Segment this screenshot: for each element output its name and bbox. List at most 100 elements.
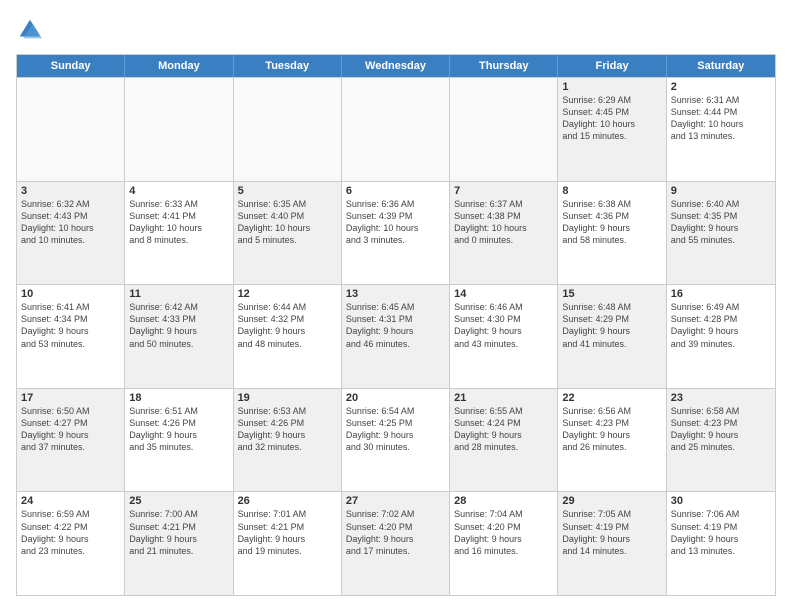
header-day: Monday <box>125 55 233 77</box>
day-number: 12 <box>238 288 337 300</box>
header <box>16 16 776 44</box>
day-number: 28 <box>454 495 553 507</box>
calendar-cell: 5Sunrise: 6:35 AM Sunset: 4:40 PM Daylig… <box>234 182 342 285</box>
calendar-cell: 23Sunrise: 6:58 AM Sunset: 4:23 PM Dayli… <box>667 389 775 492</box>
cell-info: Sunrise: 6:42 AM Sunset: 4:33 PM Dayligh… <box>129 301 228 350</box>
cell-info: Sunrise: 6:48 AM Sunset: 4:29 PM Dayligh… <box>562 301 661 350</box>
header-day: Tuesday <box>234 55 342 77</box>
logo <box>16 16 48 44</box>
cell-info: Sunrise: 6:37 AM Sunset: 4:38 PM Dayligh… <box>454 198 553 247</box>
cell-info: Sunrise: 6:51 AM Sunset: 4:26 PM Dayligh… <box>129 405 228 454</box>
header-day: Sunday <box>17 55 125 77</box>
day-number: 26 <box>238 495 337 507</box>
calendar-cell: 18Sunrise: 6:51 AM Sunset: 4:26 PM Dayli… <box>125 389 233 492</box>
calendar-cell: 12Sunrise: 6:44 AM Sunset: 4:32 PM Dayli… <box>234 285 342 388</box>
calendar-cell <box>125 78 233 181</box>
calendar-cell: 26Sunrise: 7:01 AM Sunset: 4:21 PM Dayli… <box>234 492 342 595</box>
cell-info: Sunrise: 7:00 AM Sunset: 4:21 PM Dayligh… <box>129 508 228 557</box>
day-number: 27 <box>346 495 445 507</box>
calendar-cell: 30Sunrise: 7:06 AM Sunset: 4:19 PM Dayli… <box>667 492 775 595</box>
calendar-cell: 2Sunrise: 6:31 AM Sunset: 4:44 PM Daylig… <box>667 78 775 181</box>
day-number: 10 <box>21 288 120 300</box>
header-day: Friday <box>558 55 666 77</box>
calendar-cell: 4Sunrise: 6:33 AM Sunset: 4:41 PM Daylig… <box>125 182 233 285</box>
calendar-cell: 24Sunrise: 6:59 AM Sunset: 4:22 PM Dayli… <box>17 492 125 595</box>
calendar-header: SundayMondayTuesdayWednesdayThursdayFrid… <box>17 55 775 77</box>
calendar-cell: 27Sunrise: 7:02 AM Sunset: 4:20 PM Dayli… <box>342 492 450 595</box>
calendar-cell: 14Sunrise: 6:46 AM Sunset: 4:30 PM Dayli… <box>450 285 558 388</box>
calendar-body: 1Sunrise: 6:29 AM Sunset: 4:45 PM Daylig… <box>17 77 775 595</box>
day-number: 2 <box>671 81 771 93</box>
cell-info: Sunrise: 6:45 AM Sunset: 4:31 PM Dayligh… <box>346 301 445 350</box>
cell-info: Sunrise: 6:35 AM Sunset: 4:40 PM Dayligh… <box>238 198 337 247</box>
day-number: 19 <box>238 392 337 404</box>
cell-info: Sunrise: 6:53 AM Sunset: 4:26 PM Dayligh… <box>238 405 337 454</box>
day-number: 20 <box>346 392 445 404</box>
calendar-row: 24Sunrise: 6:59 AM Sunset: 4:22 PM Dayli… <box>17 491 775 595</box>
calendar-cell: 11Sunrise: 6:42 AM Sunset: 4:33 PM Dayli… <box>125 285 233 388</box>
calendar-cell: 13Sunrise: 6:45 AM Sunset: 4:31 PM Dayli… <box>342 285 450 388</box>
calendar: SundayMondayTuesdayWednesdayThursdayFrid… <box>16 54 776 596</box>
cell-info: Sunrise: 6:46 AM Sunset: 4:30 PM Dayligh… <box>454 301 553 350</box>
calendar-row: 17Sunrise: 6:50 AM Sunset: 4:27 PM Dayli… <box>17 388 775 492</box>
calendar-row: 10Sunrise: 6:41 AM Sunset: 4:34 PM Dayli… <box>17 284 775 388</box>
day-number: 23 <box>671 392 771 404</box>
calendar-cell: 3Sunrise: 6:32 AM Sunset: 4:43 PM Daylig… <box>17 182 125 285</box>
header-day: Thursday <box>450 55 558 77</box>
calendar-cell: 17Sunrise: 6:50 AM Sunset: 4:27 PM Dayli… <box>17 389 125 492</box>
calendar-cell: 22Sunrise: 6:56 AM Sunset: 4:23 PM Dayli… <box>558 389 666 492</box>
calendar-cell <box>450 78 558 181</box>
calendar-cell: 19Sunrise: 6:53 AM Sunset: 4:26 PM Dayli… <box>234 389 342 492</box>
cell-info: Sunrise: 6:38 AM Sunset: 4:36 PM Dayligh… <box>562 198 661 247</box>
calendar-cell <box>234 78 342 181</box>
cell-info: Sunrise: 7:06 AM Sunset: 4:19 PM Dayligh… <box>671 508 771 557</box>
calendar-cell: 1Sunrise: 6:29 AM Sunset: 4:45 PM Daylig… <box>558 78 666 181</box>
day-number: 18 <box>129 392 228 404</box>
day-number: 11 <box>129 288 228 300</box>
calendar-row: 1Sunrise: 6:29 AM Sunset: 4:45 PM Daylig… <box>17 77 775 181</box>
day-number: 21 <box>454 392 553 404</box>
calendar-row: 3Sunrise: 6:32 AM Sunset: 4:43 PM Daylig… <box>17 181 775 285</box>
cell-info: Sunrise: 6:59 AM Sunset: 4:22 PM Dayligh… <box>21 508 120 557</box>
logo-icon <box>16 16 44 44</box>
day-number: 25 <box>129 495 228 507</box>
calendar-cell <box>342 78 450 181</box>
day-number: 17 <box>21 392 120 404</box>
cell-info: Sunrise: 6:56 AM Sunset: 4:23 PM Dayligh… <box>562 405 661 454</box>
day-number: 7 <box>454 185 553 197</box>
day-number: 4 <box>129 185 228 197</box>
cell-info: Sunrise: 7:02 AM Sunset: 4:20 PM Dayligh… <box>346 508 445 557</box>
calendar-cell: 29Sunrise: 7:05 AM Sunset: 4:19 PM Dayli… <box>558 492 666 595</box>
calendar-cell: 15Sunrise: 6:48 AM Sunset: 4:29 PM Dayli… <box>558 285 666 388</box>
day-number: 1 <box>562 81 661 93</box>
day-number: 24 <box>21 495 120 507</box>
cell-info: Sunrise: 6:44 AM Sunset: 4:32 PM Dayligh… <box>238 301 337 350</box>
day-number: 29 <box>562 495 661 507</box>
cell-info: Sunrise: 7:04 AM Sunset: 4:20 PM Dayligh… <box>454 508 553 557</box>
day-number: 14 <box>454 288 553 300</box>
calendar-cell: 6Sunrise: 6:36 AM Sunset: 4:39 PM Daylig… <box>342 182 450 285</box>
cell-info: Sunrise: 6:41 AM Sunset: 4:34 PM Dayligh… <box>21 301 120 350</box>
calendar-cell: 20Sunrise: 6:54 AM Sunset: 4:25 PM Dayli… <box>342 389 450 492</box>
day-number: 8 <box>562 185 661 197</box>
cell-info: Sunrise: 6:29 AM Sunset: 4:45 PM Dayligh… <box>562 94 661 143</box>
cell-info: Sunrise: 6:40 AM Sunset: 4:35 PM Dayligh… <box>671 198 771 247</box>
calendar-cell: 25Sunrise: 7:00 AM Sunset: 4:21 PM Dayli… <box>125 492 233 595</box>
calendar-cell: 16Sunrise: 6:49 AM Sunset: 4:28 PM Dayli… <box>667 285 775 388</box>
day-number: 3 <box>21 185 120 197</box>
cell-info: Sunrise: 6:49 AM Sunset: 4:28 PM Dayligh… <box>671 301 771 350</box>
cell-info: Sunrise: 6:31 AM Sunset: 4:44 PM Dayligh… <box>671 94 771 143</box>
calendar-cell: 21Sunrise: 6:55 AM Sunset: 4:24 PM Dayli… <box>450 389 558 492</box>
header-day: Wednesday <box>342 55 450 77</box>
calendar-cell: 8Sunrise: 6:38 AM Sunset: 4:36 PM Daylig… <box>558 182 666 285</box>
cell-info: Sunrise: 6:33 AM Sunset: 4:41 PM Dayligh… <box>129 198 228 247</box>
cell-info: Sunrise: 6:55 AM Sunset: 4:24 PM Dayligh… <box>454 405 553 454</box>
calendar-cell <box>17 78 125 181</box>
day-number: 16 <box>671 288 771 300</box>
header-day: Saturday <box>667 55 775 77</box>
day-number: 5 <box>238 185 337 197</box>
day-number: 13 <box>346 288 445 300</box>
cell-info: Sunrise: 7:01 AM Sunset: 4:21 PM Dayligh… <box>238 508 337 557</box>
cell-info: Sunrise: 6:36 AM Sunset: 4:39 PM Dayligh… <box>346 198 445 247</box>
cell-info: Sunrise: 6:32 AM Sunset: 4:43 PM Dayligh… <box>21 198 120 247</box>
